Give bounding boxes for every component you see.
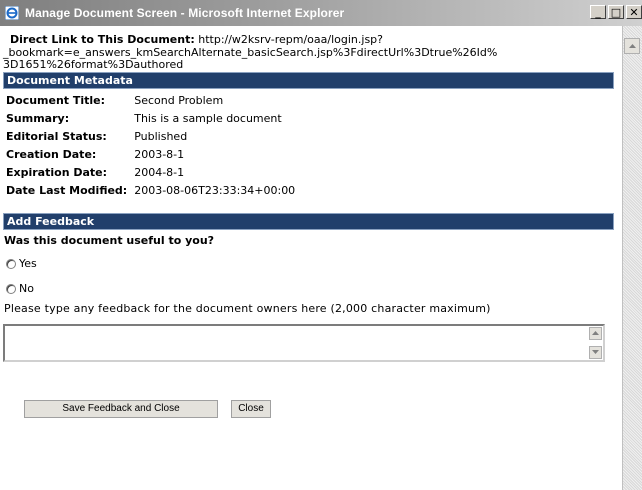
radio-option-yes[interactable]: Yes: [6, 257, 614, 271]
metadata-value: 2003-8-1: [134, 148, 185, 161]
minimize-icon: _: [595, 5, 601, 19]
maximize-icon: □: [610, 5, 622, 19]
metadata-section-header: Document Metadata: [3, 71, 614, 89]
metadata-value: Published: [134, 130, 188, 143]
feedback-textarea[interactable]: [3, 323, 605, 362]
metadata-row: Editorial Status: Published: [3, 128, 299, 146]
metadata-value: Second Problem: [134, 94, 224, 107]
window-title: Manage Document Screen - Microsoft Inter…: [25, 6, 345, 20]
metadata-key: Date Last Modified:: [6, 184, 128, 197]
browser-window: Manage Document Screen - Microsoft Inter…: [0, 0, 642, 490]
arrow-up-icon[interactable]: [624, 38, 640, 54]
radio-yes-label: Yes: [19, 257, 37, 270]
maximize-button[interactable]: □: [608, 5, 624, 19]
metadata-row: Summary: This is a sample document: [3, 110, 299, 128]
direct-link-label: Direct Link to This Document:: [10, 33, 195, 46]
window-controls: _ □ ✕: [588, 5, 642, 19]
direct-link-url-part3[interactable]: 3D1651%26format%3Dauthored: [3, 58, 614, 72]
feedback-question: Was this document useful to you?: [4, 233, 215, 247]
minimize-button[interactable]: _: [590, 5, 606, 19]
title-bar: Manage Document Screen - Microsoft Inter…: [0, 0, 642, 26]
save-feedback-button[interactable]: Save Feedback and Close: [24, 399, 218, 418]
feedback-section-header: Add Feedback: [3, 212, 614, 230]
direct-link-block: Direct Link to This Document: http://w2k…: [3, 33, 614, 72]
metadata-row: Expiration Date: 2004-8-1: [3, 164, 299, 182]
metadata-value: This is a sample document: [134, 112, 282, 125]
metadata-row: Creation Date: 2003-8-1: [3, 146, 299, 164]
metadata-value: 2004-8-1: [134, 166, 185, 179]
close-window-button[interactable]: ✕: [626, 5, 642, 19]
metadata-key: Expiration Date:: [6, 166, 108, 179]
metadata-key: Document Title:: [6, 94, 106, 107]
ie-icon: [4, 5, 20, 21]
metadata-key: Editorial Status:: [6, 130, 107, 143]
textarea-scroll-down-icon[interactable]: [589, 345, 602, 359]
radio-no[interactable]: [6, 283, 16, 294]
close-icon: ✕: [629, 5, 639, 19]
radio-no-label: No: [19, 282, 34, 295]
page-scrollbar[interactable]: [622, 26, 642, 490]
metadata-key: Creation Date:: [6, 148, 97, 161]
radio-option-no[interactable]: No: [6, 282, 614, 296]
metadata-row: Document Title: Second Problem: [3, 92, 299, 110]
page-content: Direct Link to This Document: http://w2k…: [0, 26, 622, 490]
feedback-instructions: Please type any feedback for the documen…: [4, 301, 491, 315]
textarea-scroll-up-icon[interactable]: [589, 326, 602, 340]
textarea-scrollbar[interactable]: [587, 325, 603, 360]
radio-yes[interactable]: [6, 258, 16, 269]
metadata-value: 2003-08-06T23:33:34+00:00: [134, 184, 296, 197]
metadata-table: Document Title: Second Problem Summary: Thi…: [3, 92, 299, 200]
direct-link-url-part1[interactable]: http://w2ksrv-repm/oaa/login.jsp?: [198, 33, 383, 46]
metadata-row: Date Last Modified: 2003-08-06T23:33:34+0…: [3, 182, 299, 200]
metadata-key: Summary:: [6, 112, 70, 125]
action-buttons: Save Feedback and Close Close: [24, 399, 614, 418]
close-button[interactable]: Close: [231, 399, 271, 418]
